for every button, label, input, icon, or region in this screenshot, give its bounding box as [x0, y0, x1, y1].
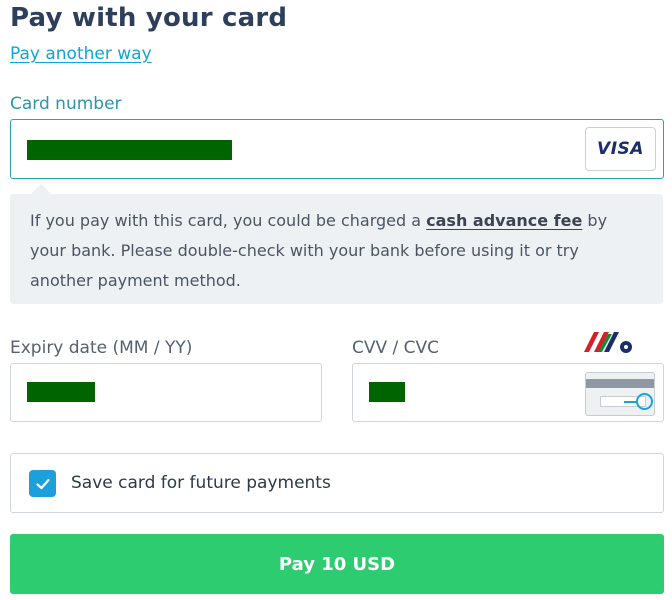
- expiry-masked-value: [27, 382, 95, 402]
- save-card-checkbox[interactable]: [29, 470, 56, 497]
- card-number-input[interactable]: VISA: [10, 119, 664, 179]
- save-card-option[interactable]: Save card for future payments: [10, 453, 664, 513]
- card-brand-label: VISA: [597, 139, 644, 159]
- brand-logo-icon: [584, 332, 632, 353]
- expiry-input[interactable]: [10, 363, 322, 422]
- cvv-label: CVV / CVC: [352, 338, 440, 358]
- visa-card-icon: VISA: [585, 127, 656, 171]
- card-back-cvv-icon: [585, 372, 655, 416]
- save-card-label: Save card for future payments: [71, 473, 331, 493]
- cash-advance-notice: If you pay with this card, you could be …: [10, 194, 663, 304]
- cvv-masked-value: [369, 382, 405, 402]
- card-number-masked-value: [27, 140, 232, 160]
- page-title: Pay with your card: [10, 3, 288, 33]
- card-number-label: Card number: [10, 94, 122, 114]
- expiry-label: Expiry date (MM / YY): [10, 338, 193, 358]
- cash-advance-fee-link[interactable]: cash advance fee: [426, 211, 582, 230]
- notice-text-before: If you pay with this card, you could be …: [30, 211, 427, 230]
- pay-another-way-link[interactable]: Pay another way: [10, 44, 152, 64]
- cvv-input[interactable]: [352, 363, 664, 422]
- checkmark-icon: [35, 478, 50, 489]
- pay-button[interactable]: Pay 10 USD: [10, 534, 664, 594]
